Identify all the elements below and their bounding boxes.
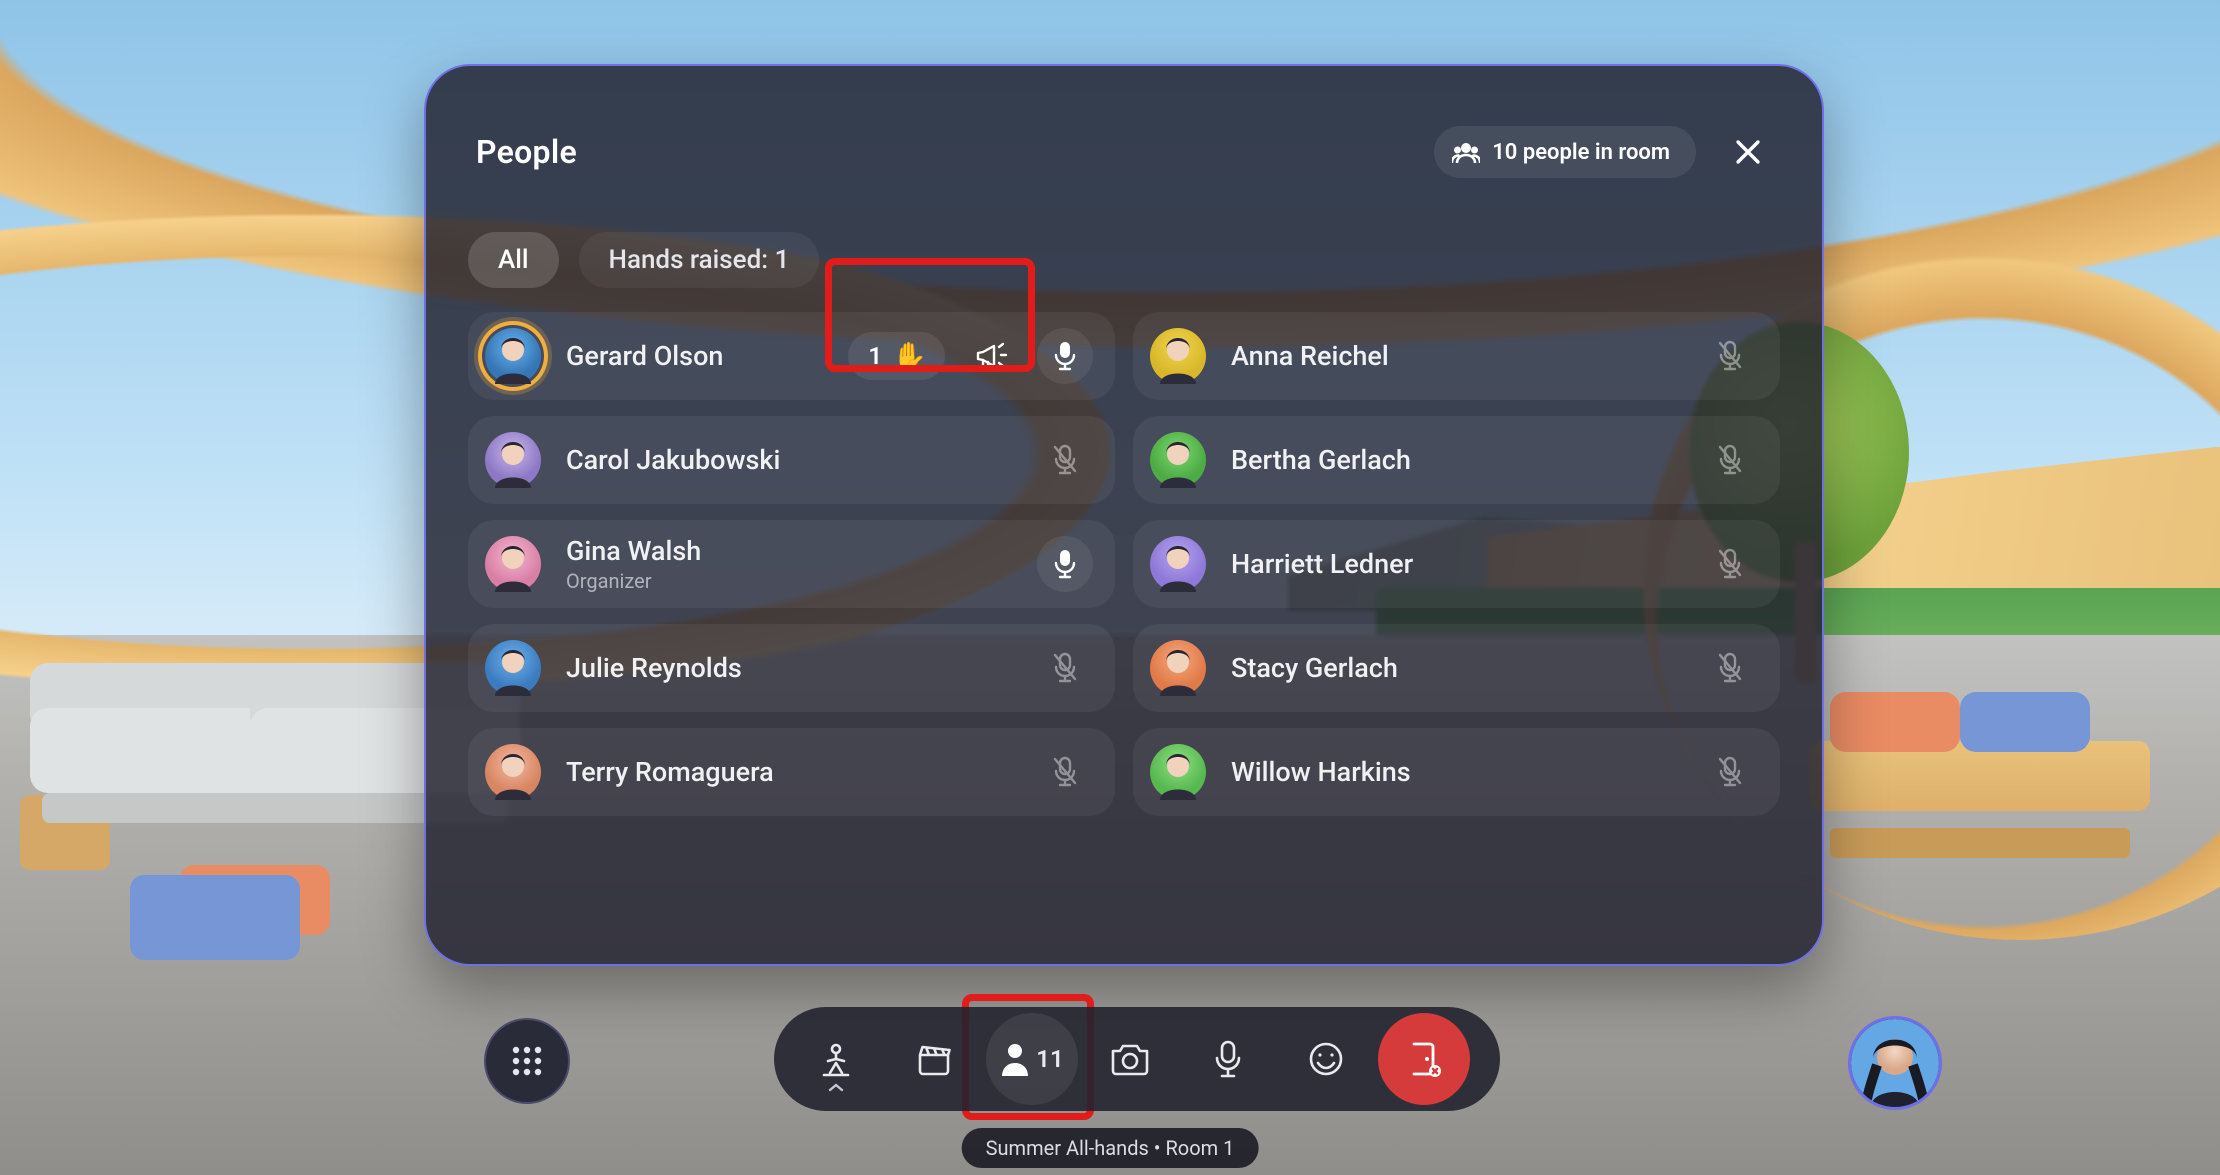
- dock-reactions-button[interactable]: [1280, 1013, 1372, 1105]
- participant-avatar: [482, 637, 544, 699]
- dock-bar: 11: [774, 1007, 1500, 1111]
- microphone-muted-icon: [1702, 328, 1758, 384]
- microphone-icon: [1213, 1039, 1243, 1079]
- close-icon: [1733, 137, 1763, 167]
- participant-row[interactable]: Carol Jakubowski: [468, 416, 1115, 504]
- self-avatar: [1851, 1019, 1939, 1107]
- participant-row[interactable]: Willow Harkins: [1133, 728, 1780, 816]
- participant-avatar: [1147, 637, 1209, 699]
- bench-cushion-orange: [1830, 692, 1960, 752]
- participant-name: Willow Harkins: [1231, 756, 1411, 788]
- microphone-muted-icon: [1702, 432, 1758, 488]
- participant-row[interactable]: Terry Romaguera: [468, 728, 1115, 816]
- exit-door-icon: [1406, 1039, 1442, 1079]
- participant-row[interactable]: Harriett Ledner: [1133, 520, 1780, 608]
- person-icon: [1000, 1042, 1030, 1076]
- panel-header: People 10 people in room: [426, 66, 1822, 198]
- travel-icon: [816, 1039, 856, 1079]
- microphone-muted-icon: [1702, 744, 1758, 800]
- microphone-active-icon: [1037, 536, 1093, 592]
- self-avatar-button[interactable]: [1848, 1016, 1942, 1110]
- participant-row[interactable]: Bertha Gerlach: [1133, 416, 1780, 504]
- participant-row[interactable]: Anna Reichel: [1133, 312, 1780, 400]
- chevron-up-icon: [828, 1082, 844, 1092]
- participant-avatar: [482, 325, 544, 387]
- microphone-active-icon: [1037, 328, 1093, 384]
- people-cluster-icon: [1452, 141, 1480, 163]
- participant-name: Julie Reynolds: [566, 652, 742, 684]
- participant-name: Terry Romaguera: [566, 756, 774, 788]
- hand-order: 1: [868, 342, 882, 370]
- dock-travel-button[interactable]: [790, 1013, 882, 1105]
- participant-row[interactable]: Gerard Olson 1✋: [468, 312, 1115, 400]
- room-count-label: 10 people in room: [1492, 140, 1670, 165]
- raised-hand-icon: ✋: [892, 340, 927, 373]
- apps-menu-button[interactable]: [484, 1018, 570, 1104]
- participant-name: Gina Walsh: [566, 535, 701, 567]
- participant-avatar: [1147, 429, 1209, 491]
- dock-people-count: 11: [1036, 1045, 1063, 1073]
- participant-name: Harriett Ledner: [1231, 548, 1413, 580]
- microphone-muted-icon: [1037, 432, 1093, 488]
- participant-avatar: [1147, 741, 1209, 803]
- dock-camera-button[interactable]: [1084, 1013, 1176, 1105]
- people-panel: People 10 people in room All Hands raise…: [424, 64, 1824, 966]
- bench-legs: [1830, 828, 2130, 858]
- participant-name: Anna Reichel: [1231, 340, 1389, 372]
- participant-row[interactable]: Stacy Gerlach: [1133, 624, 1780, 712]
- meeting-location-label: Summer All-hands • Room 1: [986, 1136, 1235, 1160]
- room-count-chip[interactable]: 10 people in room: [1434, 126, 1696, 178]
- microphone-muted-icon: [1037, 640, 1093, 696]
- microphone-muted-icon: [1702, 640, 1758, 696]
- panel-title: People: [476, 133, 577, 171]
- tab-all[interactable]: All: [468, 232, 559, 288]
- meeting-location-chip: Summer All-hands • Room 1: [962, 1128, 1259, 1168]
- cushion-blue: [130, 875, 300, 960]
- clapper-icon: [914, 1039, 954, 1079]
- microphone-muted-icon: [1702, 536, 1758, 592]
- participant-row[interactable]: Gina WalshOrganizer: [468, 520, 1115, 608]
- participant-avatar: [482, 429, 544, 491]
- participants-list: Gerard Olson 1✋ Anna Reichel Carol Jakub…: [426, 312, 1822, 816]
- participant-name: Bertha Gerlach: [1231, 444, 1411, 476]
- camera-icon: [1109, 1041, 1151, 1077]
- raised-hand-badge[interactable]: 1✋: [848, 332, 945, 380]
- microphone-muted-icon: [1037, 744, 1093, 800]
- dock-scenes-button[interactable]: [888, 1013, 980, 1105]
- participant-avatar: [1147, 533, 1209, 595]
- megaphone-icon[interactable]: [963, 328, 1019, 384]
- dock-people-button[interactable]: 11: [986, 1013, 1078, 1105]
- participant-avatar: [1147, 325, 1209, 387]
- close-button[interactable]: [1724, 128, 1772, 176]
- dock-microphone-button[interactable]: [1182, 1013, 1274, 1105]
- filter-tabs: All Hands raised: 1: [426, 198, 1822, 312]
- participant-avatar: [482, 741, 544, 803]
- participant-name: Stacy Gerlach: [1231, 652, 1398, 684]
- smile-icon: [1307, 1040, 1345, 1078]
- tab-hands-raised[interactable]: Hands raised: 1: [579, 232, 820, 288]
- bench-cushion-blue: [1960, 692, 2090, 752]
- dock-leave-button[interactable]: [1378, 1013, 1470, 1105]
- participant-subtitle: Organizer: [566, 569, 701, 593]
- apps-grid-icon: [510, 1044, 544, 1078]
- participant-avatar: [482, 533, 544, 595]
- participant-name: Carol Jakubowski: [566, 444, 780, 476]
- participant-row[interactable]: Julie Reynolds: [468, 624, 1115, 712]
- participant-name: Gerard Olson: [566, 340, 723, 372]
